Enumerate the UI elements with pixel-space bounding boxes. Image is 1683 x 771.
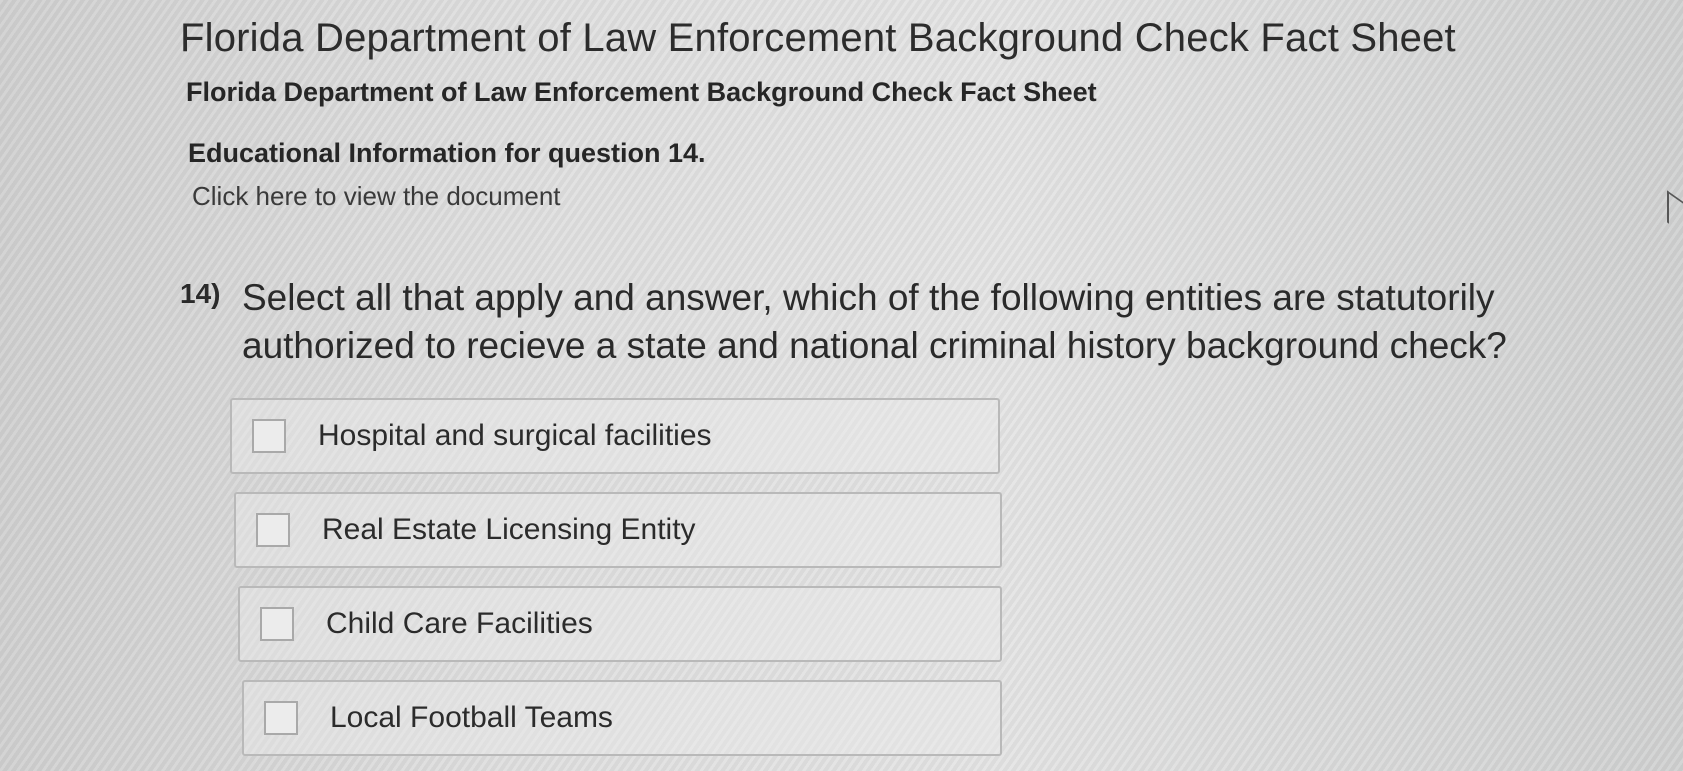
document-title: Florida Department of Law Enforcement Ba… [186,77,1097,107]
option-label: Hospital and surgical facilities [318,419,712,452]
option-local-football[interactable]: Local Football Teams [242,680,1002,756]
checkbox[interactable] [264,701,298,735]
option-child-care[interactable]: Child Care Facilities [238,586,1002,662]
view-document-link[interactable]: Click here to view the document [192,181,561,212]
checkbox[interactable] [260,607,294,641]
page-content: Florida Department of Law Enforcement Ba… [180,16,1620,771]
checkbox[interactable] [256,513,290,547]
mouse-cursor-icon [1667,190,1683,234]
page-title: Florida Department of Law Enforcement Ba… [180,16,1456,60]
option-real-estate[interactable]: Real Estate Licensing Entity [234,492,1002,568]
answer-options: Hospital and surgical facilities Real Es… [230,398,1620,756]
option-label: Child Care Facilities [326,607,593,640]
option-label: Real Estate Licensing Entity [322,513,696,546]
educational-info-label: Educational Information for question 14. [188,138,706,168]
option-label: Local Football Teams [330,701,613,734]
screen: Florida Department of Law Enforcement Ba… [0,0,1683,771]
question-number: 14) [180,278,221,309]
option-hospital-surgical[interactable]: Hospital and surgical facilities [230,398,1000,474]
question-text: Select all that apply and answer, which … [242,277,1507,366]
checkbox[interactable] [252,419,286,453]
question-block: 14) Select all that apply and answer, wh… [180,274,1620,370]
